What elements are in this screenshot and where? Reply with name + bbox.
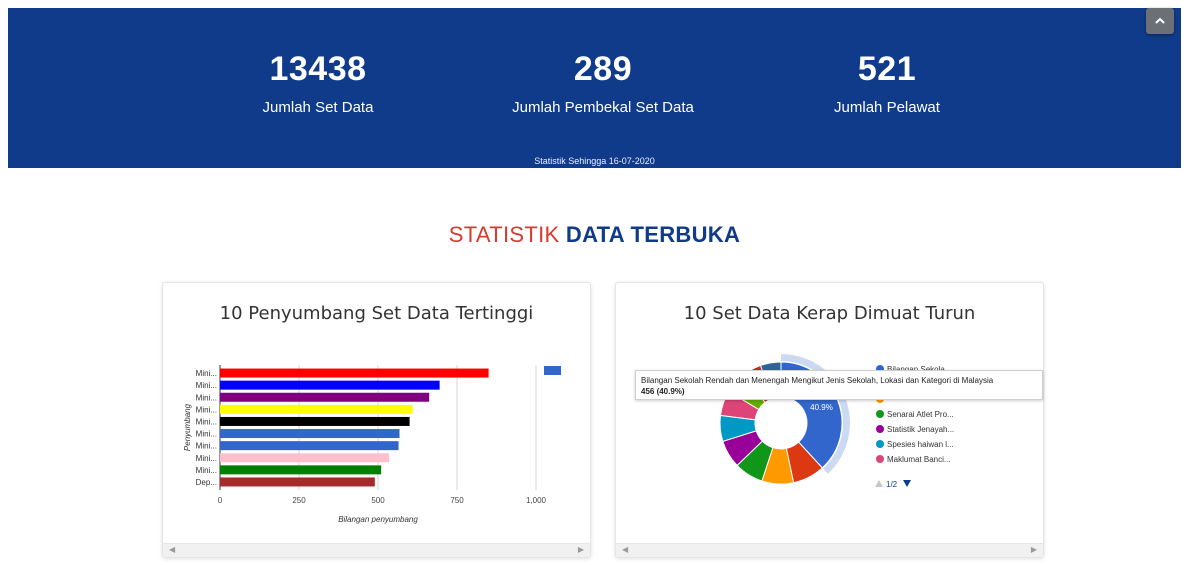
bar-chart: 0 250 500 750 1,000 Mini... Mini... Mini... Mini…	[183, 365, 561, 524]
legend-label: Maklumat Banci...	[887, 455, 951, 464]
top-downloads-card: 10 Set Data Kerap Dimuat Turun 40.9%Bila…	[615, 282, 1044, 558]
bar	[220, 453, 390, 463]
legend-pager: 1/2	[886, 480, 898, 489]
y-tick-label: Mini...	[196, 369, 217, 378]
y-tick-label: Mini...	[196, 381, 217, 390]
x-tick-label: 250	[292, 496, 306, 505]
bar	[220, 429, 400, 439]
y-tick-label: Mini...	[196, 430, 217, 439]
bar	[220, 368, 489, 378]
stats-as-of-date: Statistik Sehingga 16-07-2020	[534, 156, 655, 166]
bar	[220, 404, 413, 414]
top-contributors-card: 10 Penyumbang Set Data Tertinggi 0 250 500…	[162, 282, 591, 558]
legend-swatch	[544, 366, 561, 375]
scroll-to-top-button[interactable]	[1146, 8, 1174, 34]
y-tick-label: Mini...	[196, 417, 217, 426]
section-heading-part2: DATA TERBUKA	[565, 222, 741, 247]
slice-label: 40.9%	[810, 403, 833, 412]
bar	[220, 380, 440, 390]
scroll-left-icon[interactable]: ◀	[169, 545, 175, 554]
section-heading: STATISTIK DATA TERBUKA	[0, 222, 1189, 248]
bar	[220, 392, 430, 402]
horizontal-scrollbar[interactable]: ◀ ▶	[163, 543, 590, 557]
x-tick-label: 0	[218, 496, 223, 505]
y-tick-label: Mini...	[196, 405, 217, 414]
stat-label: Jumlah Pembekal Set Data	[512, 99, 694, 116]
y-tick-label: Mini...	[196, 393, 217, 402]
donut-chart: 40.9%Bilangan Sekola...Senarai Atlet Pro…	[719, 354, 954, 489]
y-tick-label: Mini...	[196, 466, 217, 475]
y-axis-title: Penyumbang	[183, 403, 192, 451]
stat-value: 289	[573, 50, 633, 88]
horizontal-scrollbar[interactable]: ◀ ▶	[616, 543, 1043, 557]
stat-provider-count: 289 Jumlah Pembekal Set Data	[453, 50, 753, 116]
legend-swatch	[876, 455, 884, 463]
pager-next-icon	[903, 480, 911, 487]
stat-label: Jumlah Set Data	[262, 99, 374, 116]
scroll-right-icon[interactable]: ▶	[578, 545, 584, 554]
pager-prev-icon	[875, 480, 883, 487]
bar	[220, 441, 399, 451]
legend-label: Statistik Jenayah...	[887, 425, 954, 434]
stat-visitor-count: 521 Jumlah Pelawat	[737, 50, 1037, 116]
legend-swatch	[876, 410, 884, 418]
tooltip-title: Bilangan Sekolah Rendah dan Menengah Men…	[641, 376, 994, 385]
x-axis-title: Bilangan penyumbang	[338, 515, 418, 524]
section-heading-part1: STATISTIK	[448, 222, 560, 247]
x-tick-label: 750	[450, 496, 464, 505]
y-tick-label: Mini...	[196, 442, 217, 451]
y-tick-label: Dep...	[196, 478, 217, 487]
tooltip-value: 456 (40.9%)	[641, 387, 685, 396]
stat-value: 521	[857, 50, 917, 88]
stat-value: 13438	[269, 50, 367, 88]
legend-swatch	[876, 425, 884, 433]
scroll-right-icon[interactable]: ▶	[1031, 545, 1037, 554]
chevron-up-icon	[1155, 17, 1165, 24]
x-tick-label: 1,000	[526, 496, 547, 505]
scroll-left-icon[interactable]: ◀	[622, 545, 628, 554]
bar	[220, 477, 375, 487]
stat-dataset-count: 13438 Jumlah Set Data	[168, 50, 468, 116]
bar	[220, 416, 410, 426]
legend-label: Spesies haiwan l...	[887, 440, 954, 449]
chart-tooltip: Bilangan Sekolah Rendah dan Menengah Men…	[635, 370, 1043, 400]
legend-swatch	[876, 440, 884, 448]
stats-banner: 13438 Jumlah Set Data 289 Jumlah Pembeka…	[8, 8, 1181, 168]
bar	[220, 465, 382, 475]
legend-label: Senarai Atlet Pro...	[887, 410, 954, 419]
y-tick-label: Mini...	[196, 454, 217, 463]
x-tick-label: 500	[371, 496, 385, 505]
stat-label: Jumlah Pelawat	[834, 99, 940, 116]
